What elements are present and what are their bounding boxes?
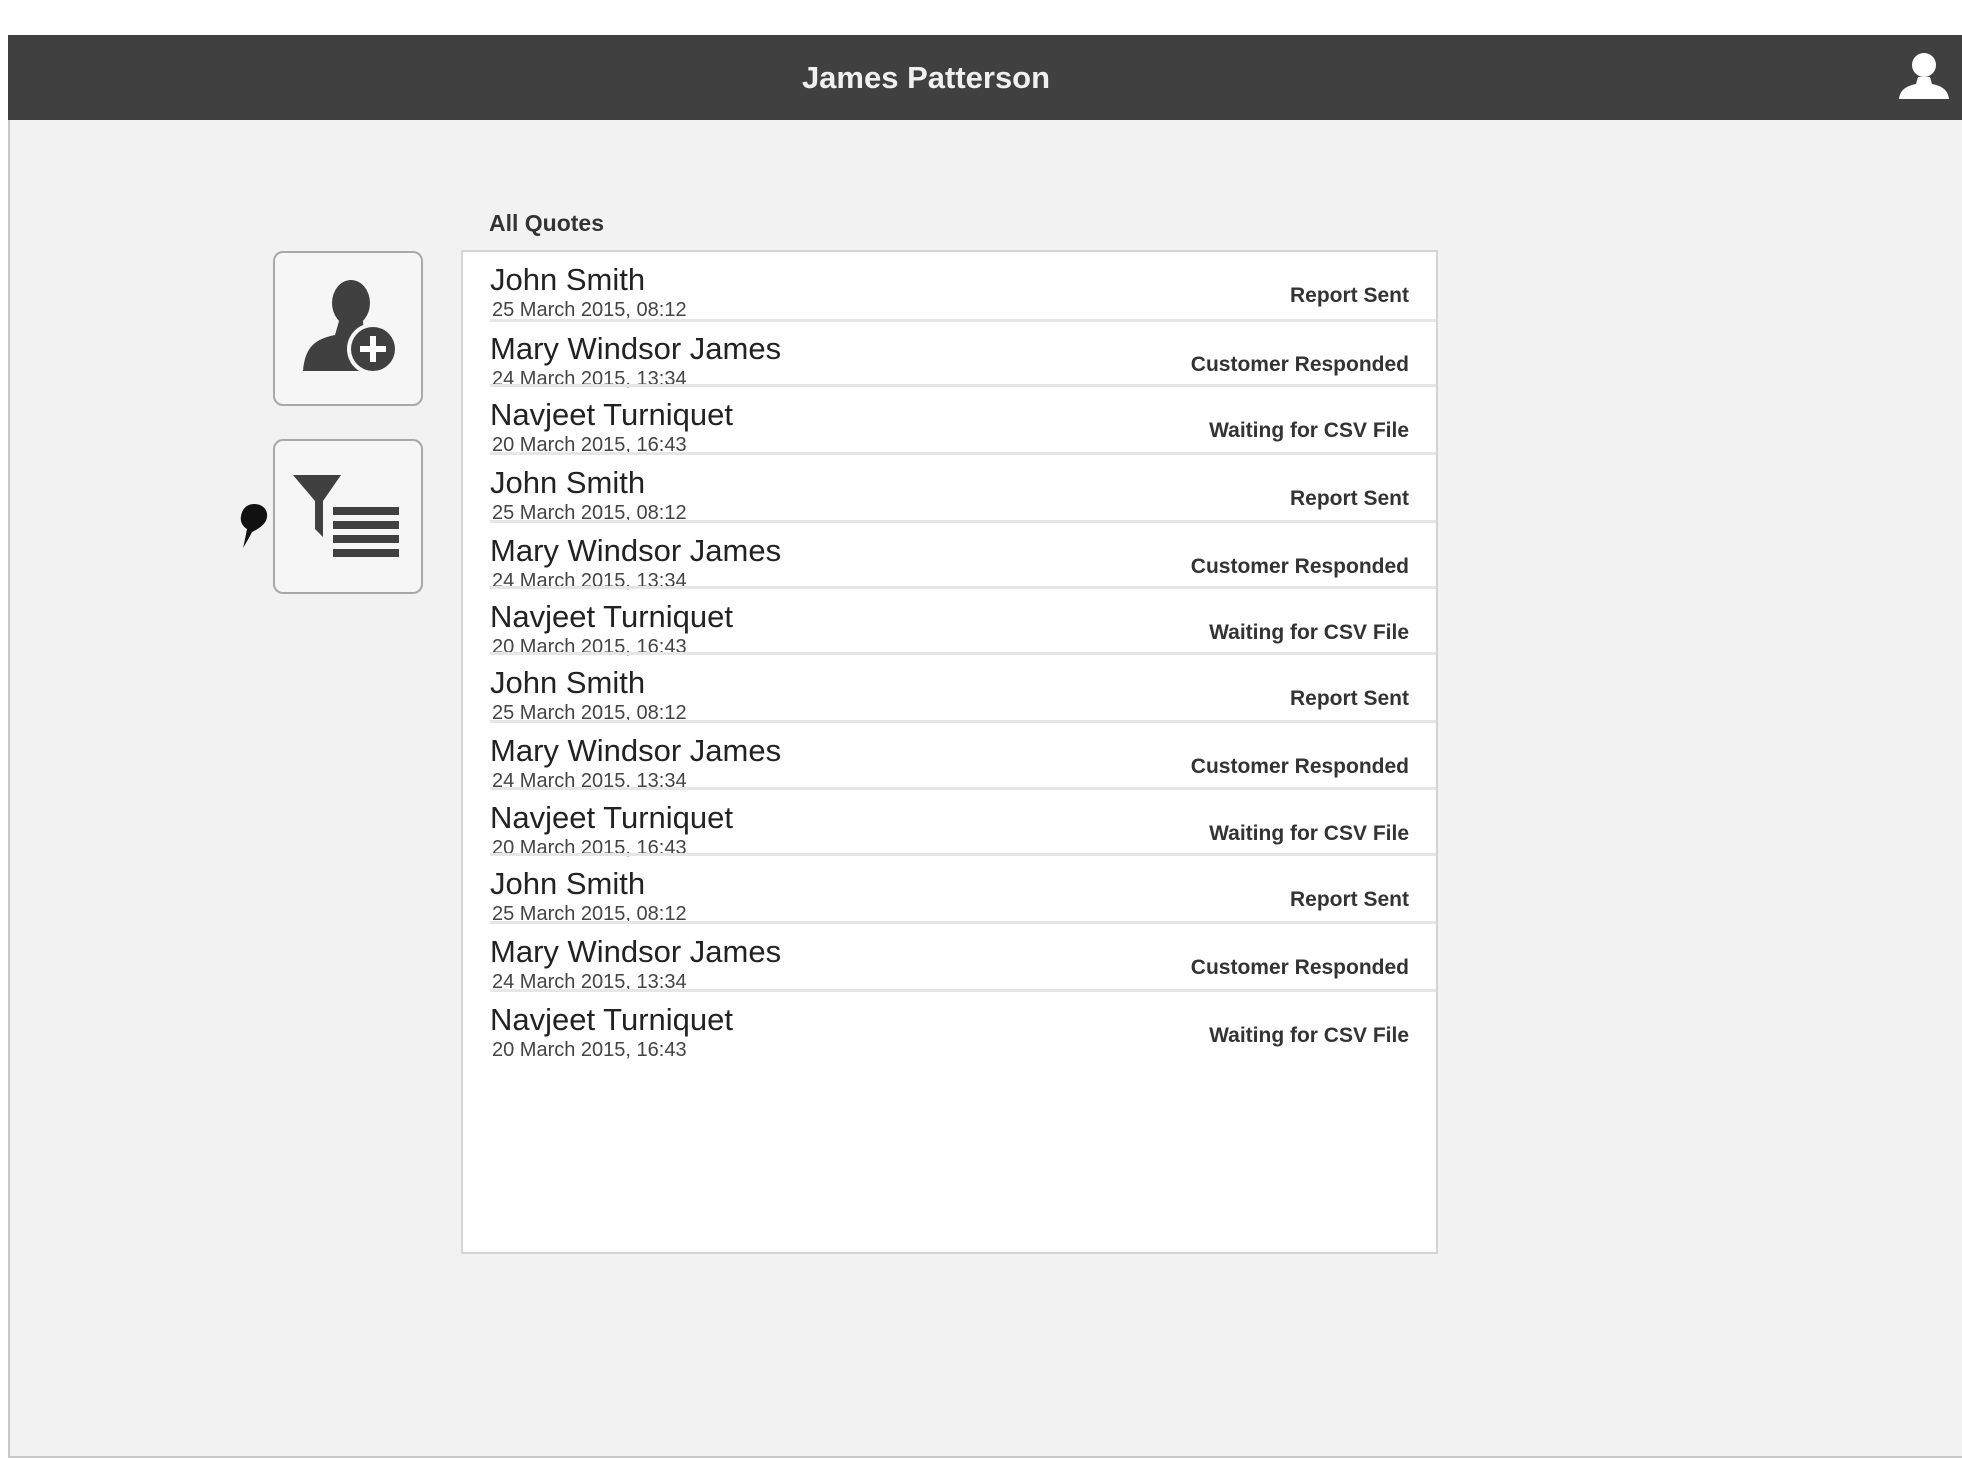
list-item[interactable]: Mary Windsor James 24 March 2015, 13:34 Cu… <box>490 321 1436 390</box>
top-bar: James Patterson <box>8 35 1962 120</box>
status-label: Customer Responded <box>1190 555 1409 578</box>
status-label: Customer Responded <box>1190 353 1409 376</box>
status-label: Report Sent <box>1289 888 1409 911</box>
status-label: Customer Responded <box>1190 956 1409 979</box>
list-item[interactable]: Mary Windsor James 24 March 2015, 13:34 Cu… <box>490 924 1436 993</box>
filter-button[interactable] <box>273 439 423 594</box>
quote-date: 20 March 2015, 16:43 <box>492 1039 687 1061</box>
customer-name: Mary Windsor James <box>490 733 782 768</box>
list-item[interactable]: John Smith 25 March 2015, 08:12 Report Sen… <box>490 655 1436 724</box>
customer-name: John Smith <box>490 665 646 700</box>
status-label: Waiting for CSV File <box>1209 419 1409 442</box>
status-label: Report Sent <box>1289 284 1409 307</box>
status-label: Waiting for CSV File <box>1209 822 1409 845</box>
pin-icon <box>238 502 270 550</box>
list-item[interactable]: Navjeet Turniquet 20 March 2015, 16:43 Wai… <box>490 992 1436 1061</box>
customer-name: Navjeet Turniquet <box>490 599 733 634</box>
customer-name: Navjeet Turniquet <box>490 397 733 432</box>
customer-name: Mary Windsor James <box>490 533 782 568</box>
customer-name: Navjeet Turniquet <box>490 1002 733 1037</box>
page-title: James Patterson <box>801 60 1051 95</box>
list-item[interactable]: Navjeet Turniquet 20 March 2015, 16:43 Wai… <box>490 589 1436 658</box>
customer-name: John Smith <box>490 262 646 297</box>
customer-name: John Smith <box>490 465 646 500</box>
list-item[interactable]: John Smith 25 March 2015, 08:12 Report Sen… <box>490 252 1436 322</box>
list-heading: All Quotes <box>489 210 605 236</box>
add-customer-button[interactable] <box>273 251 423 406</box>
list-item[interactable]: Mary Windsor James 24 March 2015, 13:34 Cu… <box>490 523 1436 592</box>
status-label: Report Sent <box>1289 687 1409 710</box>
list-item[interactable]: John Smith 25 March 2015, 08:12 Report Sen… <box>490 856 1436 925</box>
list-item[interactable]: John Smith 25 March 2015, 08:12 Report Sen… <box>490 455 1436 524</box>
status-label: Customer Responded <box>1190 755 1409 778</box>
user-add-icon <box>303 280 399 375</box>
customer-name: Navjeet Turniquet <box>490 800 733 835</box>
user-icon[interactable] <box>1896 49 1952 105</box>
status-label: Waiting for CSV File <box>1209 621 1409 644</box>
list-item[interactable]: Navjeet Turniquet 20 March 2015, 16:43 Wai… <box>490 790 1436 859</box>
customer-name: John Smith <box>490 866 646 901</box>
list-item[interactable]: Navjeet Turniquet 20 March 2015, 16:43 Wai… <box>490 387 1436 456</box>
list-item[interactable]: Mary Windsor James 24 March 2015, 13:34 Cu… <box>490 723 1436 792</box>
status-label: Waiting for CSV File <box>1209 1024 1409 1047</box>
quotes-list: John Smith 25 March 2015, 08:12 Report Sen… <box>461 250 1438 1254</box>
filter-list-icon <box>293 475 399 557</box>
customer-name: Mary Windsor James <box>490 934 782 969</box>
customer-name: Mary Windsor James <box>490 331 782 366</box>
status-label: Report Sent <box>1289 487 1409 510</box>
